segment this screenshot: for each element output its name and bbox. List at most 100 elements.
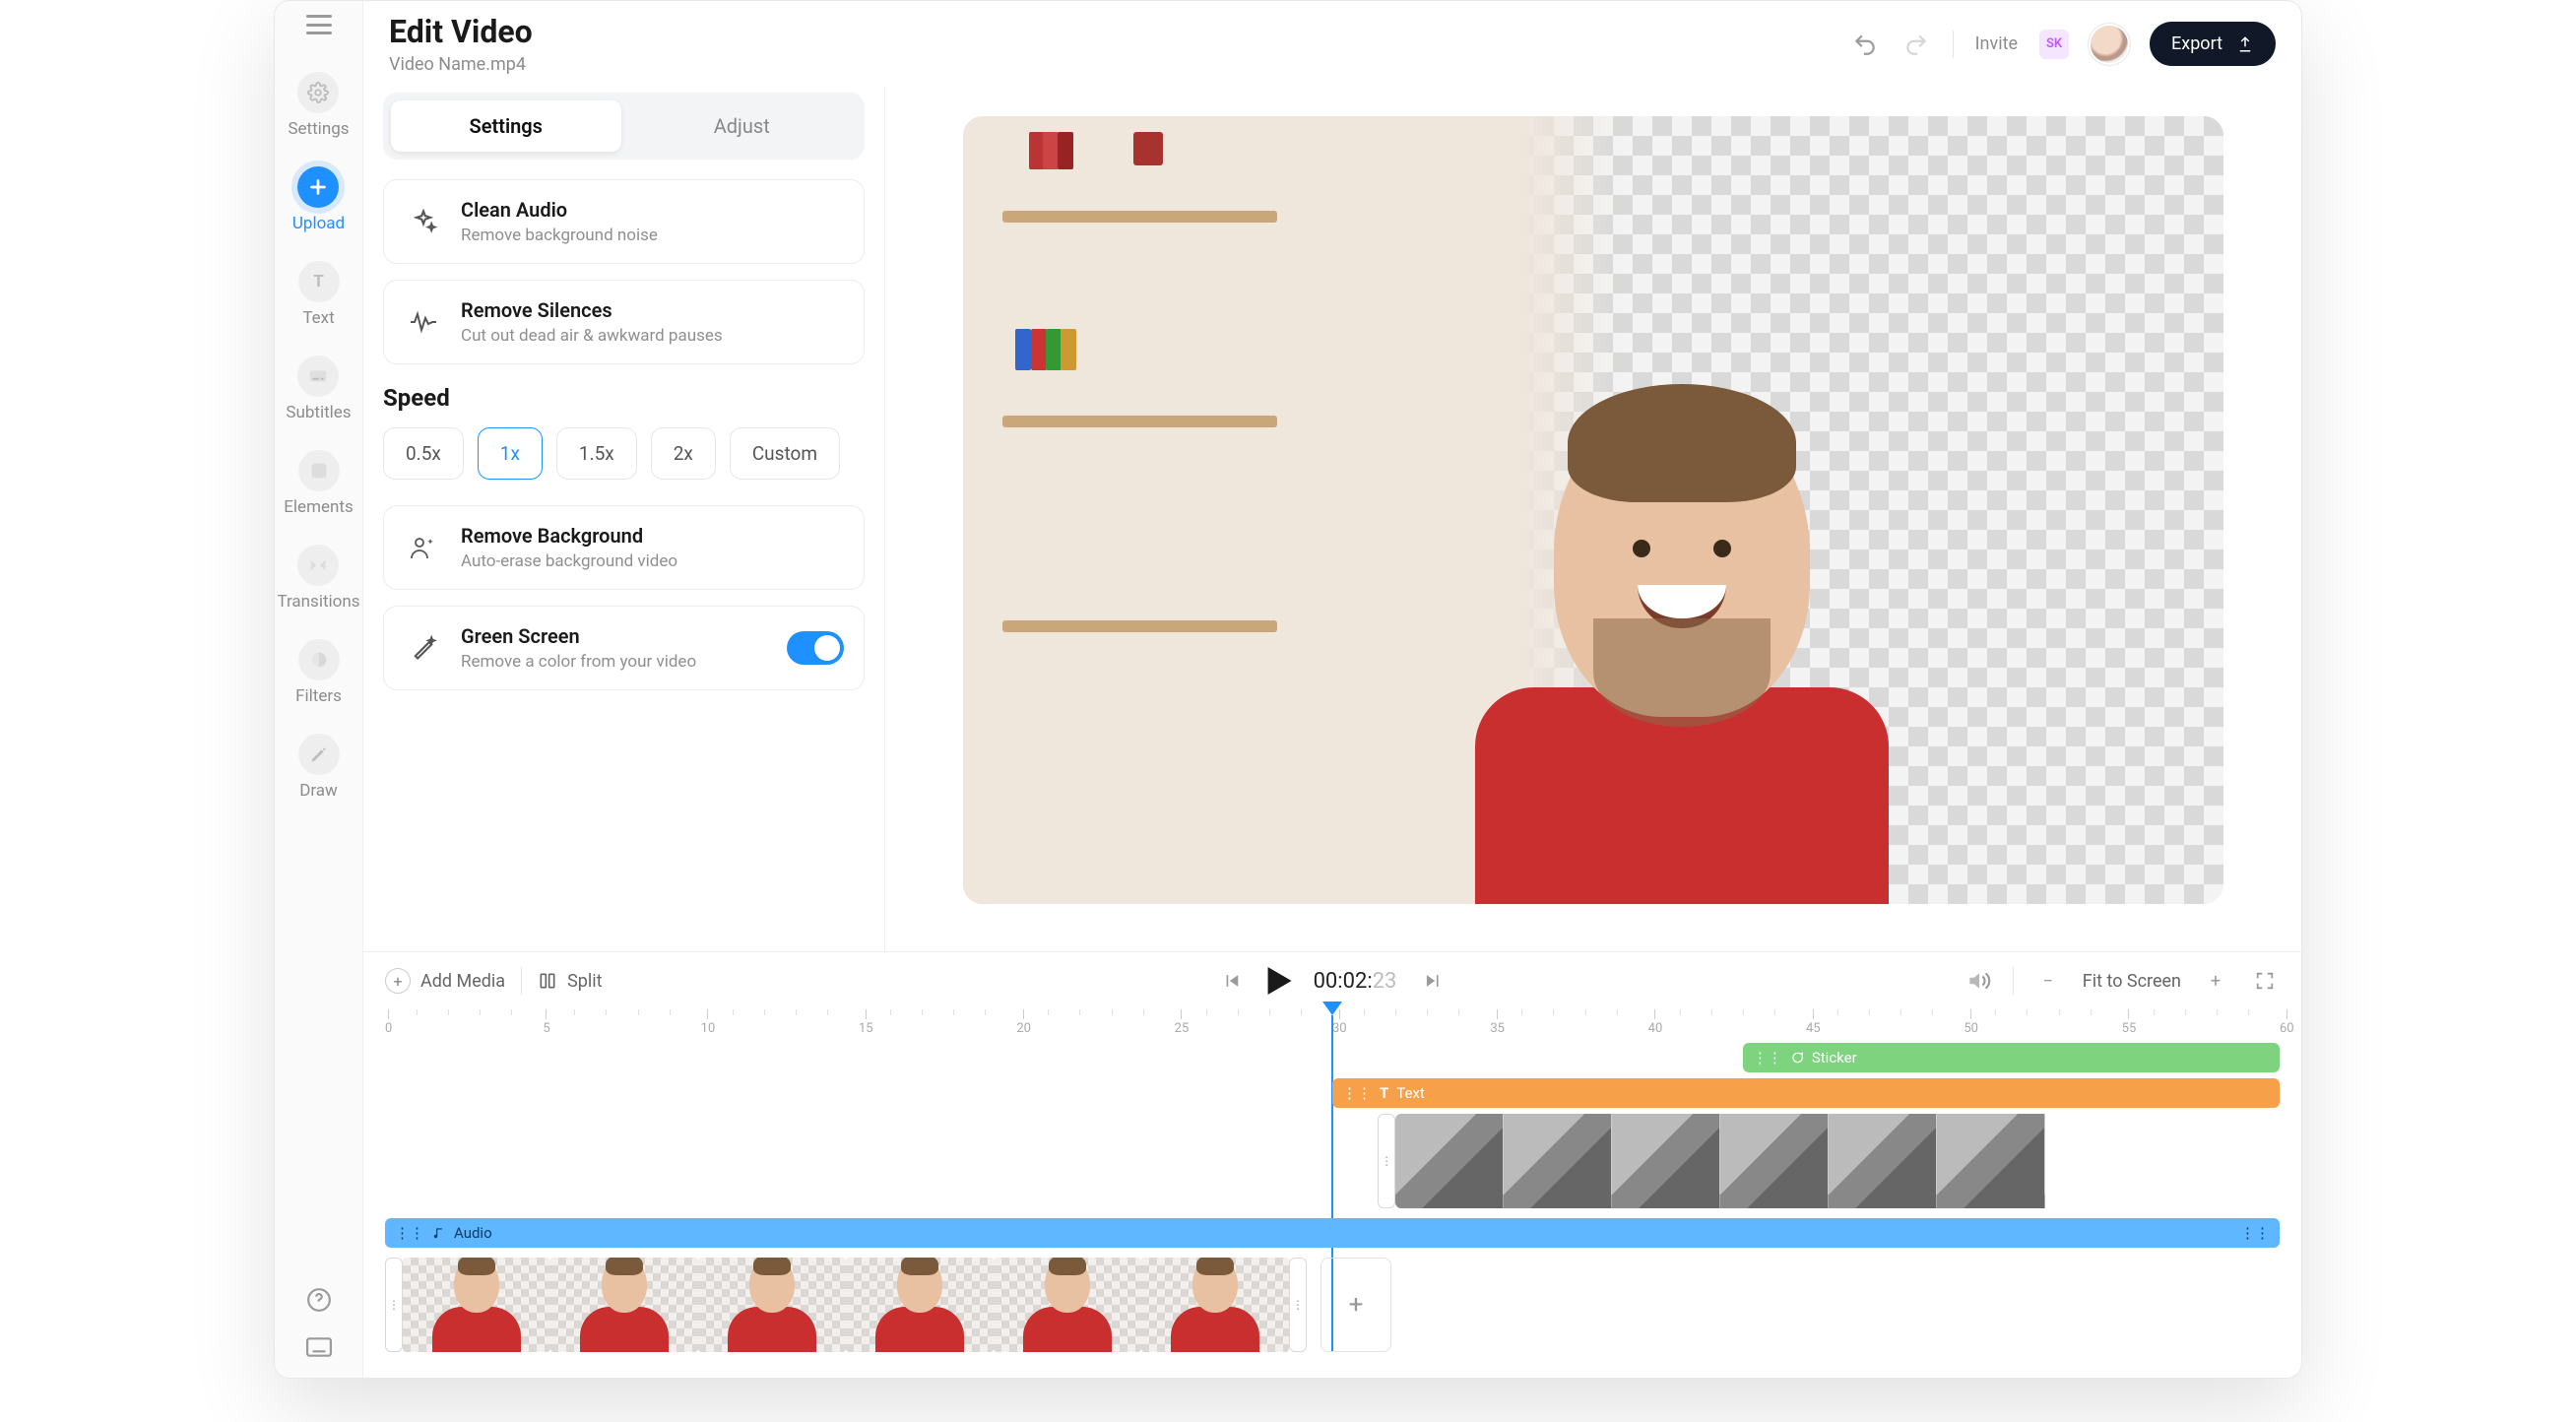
add-media-label: Add Media bbox=[420, 971, 505, 992]
menu-toggle-button[interactable] bbox=[306, 15, 332, 34]
clean-audio-card[interactable]: Clean Audio Remove background noise bbox=[383, 179, 865, 264]
invite-label[interactable]: Invite bbox=[1975, 33, 2018, 54]
clean-audio-title: Clean Audio bbox=[461, 198, 844, 222]
sidebar-item-label: Text bbox=[302, 308, 334, 328]
export-button[interactable]: Export bbox=[2150, 22, 2276, 66]
help-icon[interactable] bbox=[304, 1285, 334, 1315]
ruler-tick: 45 bbox=[1806, 1009, 1821, 1036]
clip-thumbnail bbox=[550, 1258, 698, 1352]
sidebar-item-text[interactable]: T Text bbox=[298, 261, 340, 328]
sidebar-item-draw[interactable]: Draw bbox=[298, 734, 340, 801]
fullscreen-button[interactable] bbox=[2250, 966, 2280, 996]
undo-button[interactable] bbox=[1850, 30, 1880, 59]
user-avatar[interactable] bbox=[2091, 26, 2128, 63]
clip-thumbnail bbox=[1141, 1258, 1289, 1352]
zoom-out-button[interactable]: − bbox=[2033, 966, 2063, 996]
sparkle-icon bbox=[404, 202, 443, 241]
drag-handle-icon: ⋮⋮ bbox=[395, 1224, 424, 1242]
drag-handle-icon: ⋮⋮ bbox=[1342, 1084, 1372, 1102]
split-icon bbox=[538, 971, 557, 991]
sidebar-item-settings[interactable]: Settings bbox=[288, 72, 349, 139]
add-media-button[interactable]: + Add Media bbox=[385, 968, 505, 994]
speed-1-5x[interactable]: 1.5x bbox=[556, 427, 637, 480]
sidebar-item-label: Draw bbox=[299, 781, 338, 801]
clip-thumbnail bbox=[846, 1258, 994, 1352]
sidebar-item-label: Settings bbox=[288, 119, 349, 139]
music-note-icon bbox=[432, 1226, 446, 1240]
sidebar-item-elements[interactable]: Elements bbox=[284, 450, 353, 517]
chat-icon bbox=[1790, 1051, 1804, 1065]
skip-back-button[interactable] bbox=[1217, 966, 1247, 996]
waveform-icon bbox=[404, 302, 443, 342]
ruler-tick: 20 bbox=[1016, 1009, 1031, 1036]
pencil-icon bbox=[298, 734, 340, 775]
ruler-tick: 60 bbox=[2280, 1009, 2294, 1036]
add-clip-button[interactable]: + bbox=[1320, 1258, 1391, 1352]
video-clip-b[interactable] bbox=[1395, 1114, 2280, 1208]
sidebar: Settings Upload T Text Subtitles bbox=[275, 1, 363, 1378]
clip-trim-handle[interactable]: ⋮ bbox=[1378, 1114, 1395, 1208]
shapes-icon bbox=[298, 450, 340, 491]
tab-settings[interactable]: Settings bbox=[391, 100, 621, 152]
text-icon: T bbox=[298, 261, 340, 302]
ruler-tick: 5 bbox=[543, 1009, 549, 1036]
magic-wand-icon bbox=[404, 628, 443, 668]
audio-clip[interactable]: ⋮⋮Audio⋮⋮ bbox=[385, 1218, 2280, 1248]
skip-forward-button[interactable] bbox=[1418, 966, 1448, 996]
transitions-icon bbox=[297, 545, 339, 586]
video-clip-a[interactable]: ⋮⋮+ bbox=[385, 1258, 2280, 1352]
text-clip-label: Text bbox=[1396, 1084, 1425, 1102]
sidebar-item-subtitles[interactable]: Subtitles bbox=[286, 356, 351, 422]
speed-2x[interactable]: 2x bbox=[651, 427, 716, 480]
sidebar-item-label: Upload bbox=[292, 214, 345, 233]
volume-button[interactable] bbox=[1964, 966, 1993, 996]
filters-icon bbox=[298, 639, 340, 680]
ruler-tick: 50 bbox=[1964, 1009, 1978, 1036]
redo-button[interactable] bbox=[1901, 30, 1931, 59]
preview-frame[interactable] bbox=[963, 116, 2223, 904]
green-screen-toggle[interactable] bbox=[787, 631, 844, 665]
sticker-clip[interactable]: ⋮⋮ Sticker bbox=[1743, 1043, 2280, 1072]
person-cutout-icon bbox=[404, 528, 443, 567]
playhead[interactable] bbox=[1322, 1002, 1342, 1015]
plus-icon bbox=[297, 166, 339, 208]
speed-0-5x[interactable]: 0.5x bbox=[383, 427, 464, 480]
clip-trim-handle[interactable]: ⋮ bbox=[385, 1258, 403, 1352]
keyboard-icon[interactable] bbox=[304, 1332, 334, 1362]
drag-handle-icon: ⋮⋮ bbox=[1753, 1049, 1782, 1066]
sidebar-item-label: Subtitles bbox=[286, 403, 351, 422]
clip-thumbnail bbox=[698, 1258, 846, 1352]
timecode: 00:02:23 bbox=[1314, 969, 1397, 994]
text-clip[interactable]: ⋮⋮TText bbox=[1332, 1078, 2280, 1108]
clip-trim-handle[interactable]: ⋮ bbox=[1289, 1258, 1307, 1352]
split-label: Split bbox=[567, 971, 602, 992]
ruler-tick: 0 bbox=[385, 1009, 392, 1036]
play-button[interactable] bbox=[1268, 967, 1292, 995]
remove-silences-card[interactable]: Remove Silences Cut out dead air & awkwa… bbox=[383, 280, 865, 364]
remove-background-card[interactable]: Remove Background Auto-erase background … bbox=[383, 505, 865, 590]
plus-icon: + bbox=[385, 968, 411, 994]
sidebar-item-filters[interactable]: Filters bbox=[295, 639, 342, 706]
ruler-tick: 25 bbox=[1175, 1009, 1190, 1036]
zoom-in-button[interactable]: + bbox=[2201, 966, 2230, 996]
timeline-tracks[interactable]: ⋮⋮Sticker⋮⋮TText⋮⋮⋮Audio⋮⋮⋮⋮+ bbox=[385, 1043, 2280, 1378]
collaborator-badge[interactable]: SK bbox=[2039, 30, 2069, 59]
timeline-ruler[interactable]: 051015202530354045505560 bbox=[385, 1009, 2280, 1037]
tab-adjust[interactable]: Adjust bbox=[627, 100, 858, 152]
ruler-tick: 35 bbox=[1490, 1009, 1505, 1036]
green-screen-card[interactable]: Green Screen Remove a color from your vi… bbox=[383, 606, 865, 690]
fit-label[interactable]: Fit to Screen bbox=[2083, 971, 2181, 992]
sidebar-item-label: Transitions bbox=[277, 592, 359, 612]
sidebar-item-upload[interactable]: Upload bbox=[292, 166, 345, 233]
clip-thumbnail bbox=[403, 1258, 550, 1352]
sticker-label: Sticker bbox=[1812, 1049, 1857, 1066]
remove-silences-title: Remove Silences bbox=[461, 298, 844, 322]
speed-custom[interactable]: Custom bbox=[730, 427, 840, 480]
gear-icon bbox=[297, 72, 339, 113]
sidebar-item-transitions[interactable]: Transitions bbox=[277, 545, 359, 612]
video-filename: Video Name.mp4 bbox=[389, 54, 533, 75]
split-button[interactable]: Split bbox=[538, 971, 602, 992]
green-screen-title: Green Screen bbox=[461, 624, 769, 648]
speed-1x[interactable]: 1x bbox=[478, 427, 543, 480]
sidebar-item-label: Elements bbox=[284, 497, 353, 517]
